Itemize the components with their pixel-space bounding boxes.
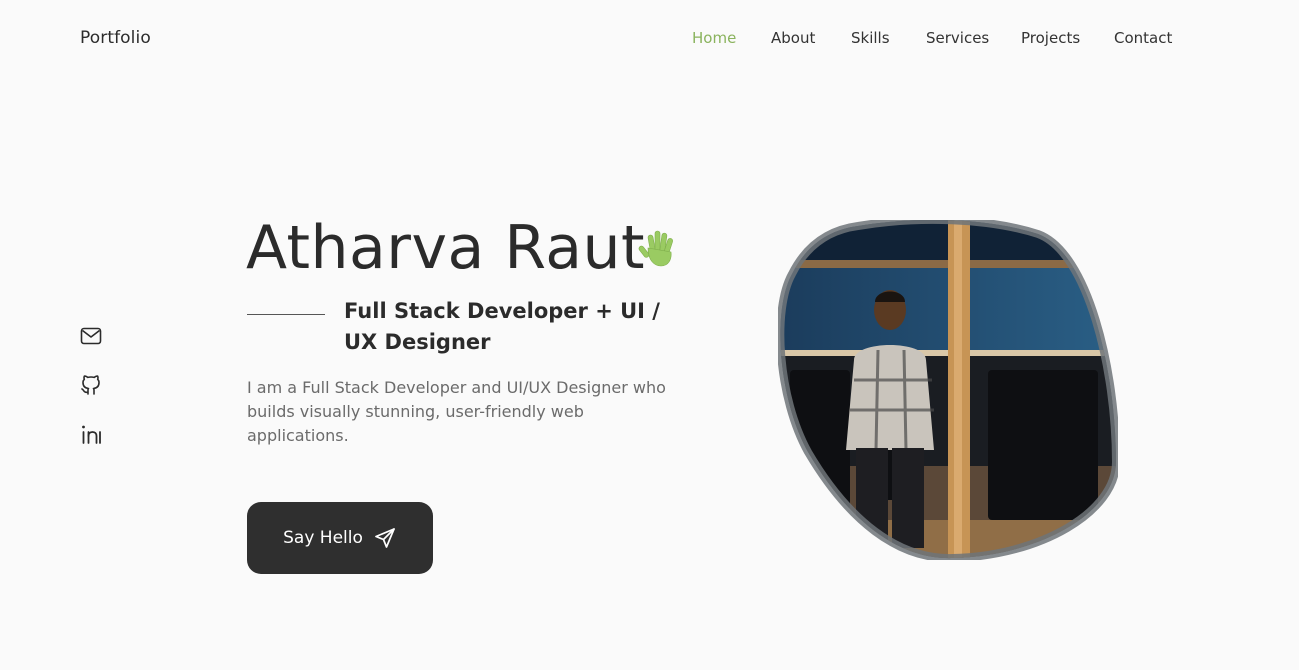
linkedin-icon[interactable] <box>79 422 103 446</box>
nav-services[interactable]: Services <box>926 29 989 47</box>
hero-description: I am a Full Stack Developer and UI/UX De… <box>247 378 666 445</box>
subtitle-divider <box>247 314 325 315</box>
send-icon <box>373 526 397 550</box>
say-hello-button[interactable]: Say Hello <box>247 502 433 574</box>
nav-projects[interactable]: Projects <box>1021 29 1080 47</box>
waving-hand-icon <box>636 226 680 270</box>
main-nav: Home About Skills Services Projects Cont… <box>0 29 1299 49</box>
nav-skills[interactable]: Skills <box>851 29 890 47</box>
mail-icon[interactable] <box>79 324 103 348</box>
nav-contact[interactable]: Contact <box>1114 29 1172 47</box>
profile-photo <box>778 220 1118 560</box>
social-links <box>79 324 105 471</box>
github-icon[interactable] <box>79 373 103 397</box>
nav-home[interactable]: Home <box>692 29 736 47</box>
nav-about[interactable]: About <box>771 29 815 47</box>
say-hello-label: Say Hello <box>283 528 363 548</box>
hero-name: Atharva Raut <box>246 213 646 283</box>
top-nav-bar: Portfolio Home About Skills Services Pro… <box>0 0 1299 78</box>
hero-subtitle: Full Stack Developer + UI / UX Designer <box>344 299 660 354</box>
